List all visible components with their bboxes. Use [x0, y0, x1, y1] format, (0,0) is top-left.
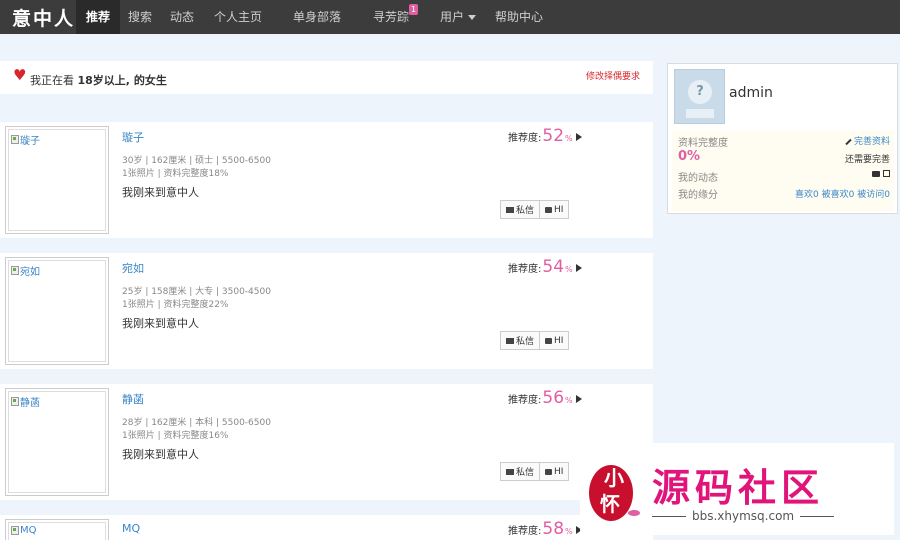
recommend-score[interactable]: 推荐度: 52%: [508, 126, 582, 146]
nav-user-menu[interactable]: 用户: [440, 0, 477, 34]
score-value: 56: [542, 388, 565, 408]
liked-link[interactable]: 被喜欢0: [822, 190, 855, 200]
broken-image-icon: [11, 135, 19, 144]
user-photo[interactable]: 静菡: [5, 388, 109, 496]
message-button[interactable]: 私信: [500, 462, 541, 481]
profile-completeness-value: 0%: [678, 149, 701, 164]
broken-image-icon: [11, 397, 19, 406]
play-icon: [575, 264, 582, 272]
profile-completeness-label: 资料完整度: [678, 138, 728, 149]
user-card: MQ MQ 推荐度: 58%: [0, 515, 653, 540]
complete-profile-link[interactable]: 完善资料: [845, 134, 890, 147]
nav-search[interactable]: 搜索: [128, 0, 152, 34]
envelope-icon: [506, 468, 514, 475]
chevron-down-icon: [468, 15, 477, 20]
user-name-link[interactable]: MQ: [122, 522, 140, 535]
nav-help-center[interactable]: 帮助中心: [495, 0, 543, 34]
recommend-score[interactable]: 推荐度: 56%: [508, 388, 582, 408]
watermark-url: bbs.xhymsq.com: [692, 509, 795, 523]
recommend-score[interactable]: 推荐度: 58%: [508, 519, 582, 539]
nav-find-trace[interactable]: 寻芳踪 1: [373, 0, 419, 34]
recommend-score[interactable]: 推荐度: 54%: [508, 257, 582, 277]
user-intro: 我刚来到意中人: [122, 186, 199, 199]
nav-homepage[interactable]: 个人主页: [214, 0, 262, 34]
profile-username: admin: [729, 85, 773, 101]
user-intro: 我刚来到意中人: [122, 448, 199, 461]
camera-icon[interactable]: [872, 170, 880, 177]
avatar-placeholder-icon: ?: [688, 80, 712, 104]
nav-recommend[interactable]: 推荐: [76, 0, 121, 34]
hi-button[interactable]: HI: [540, 200, 570, 219]
user-stats: 1张照片 | 资料完整度16%: [122, 431, 229, 441]
user-photo[interactable]: MQ: [5, 519, 109, 540]
message-button[interactable]: 私信: [500, 331, 541, 350]
filter-status-text: 我正在看 18岁以上, 的女生: [30, 74, 167, 87]
user-name-link[interactable]: 宛如: [122, 260, 144, 276]
my-dynamics-label: 我的动态: [678, 173, 718, 184]
site-logo[interactable]: 意中人: [0, 4, 76, 31]
user-photo[interactable]: 宛如: [5, 257, 109, 365]
score-value: 54: [542, 257, 565, 277]
score-value: 52: [542, 126, 565, 146]
play-icon: [575, 395, 582, 403]
hi-button[interactable]: HI: [540, 331, 570, 350]
user-card: 宛如 宛如 25岁 | 158厘米 | 大专 | 3500-4500 1张照片 …: [0, 253, 653, 369]
watermark-title: 源码社区: [652, 466, 825, 510]
seal-logo: 小 怀: [589, 465, 640, 521]
heart-icon: ♥: [13, 66, 27, 84]
broken-image-icon: [11, 266, 19, 275]
notification-badge: 1: [409, 4, 419, 15]
profile-stats-box: 资料完整度 完善资料 0% 还需要完善 我的动态 我的缘分 喜欢0 被喜欢0 被…: [672, 130, 894, 211]
chat-icon: [545, 468, 553, 475]
complete-hint: 还需要完善: [844, 155, 890, 165]
user-stats: 1张照片 | 资料完整度18%: [122, 169, 229, 179]
user-photo[interactable]: 璇子: [5, 126, 109, 234]
user-name-link[interactable]: 静菡: [122, 391, 144, 407]
envelope-icon: [506, 337, 514, 344]
likes-link[interactable]: 喜欢0: [795, 190, 819, 200]
my-fate-label: 我的缘分: [678, 190, 718, 201]
svg-text:小: 小: [604, 466, 624, 490]
edit-icon[interactable]: [883, 170, 890, 177]
user-name-link[interactable]: 璇子: [122, 129, 144, 145]
message-button[interactable]: 私信: [500, 200, 541, 219]
chat-icon: [545, 337, 553, 344]
nav-single-tribe[interactable]: 单身部落: [293, 0, 341, 34]
filter-status-bar: ♥ 我正在看 18岁以上, 的女生 修改择偶要求: [0, 61, 653, 94]
watermark: 小 怀 源码社区 bbs.xhymsq.com: [580, 443, 894, 535]
pencil-icon: [845, 138, 852, 145]
envelope-icon: [506, 206, 514, 213]
user-meta: 25岁 | 158厘米 | 大专 | 3500-4500: [122, 287, 271, 297]
play-icon: [575, 133, 582, 141]
user-intro: 我刚来到意中人: [122, 317, 199, 330]
chat-icon: [545, 206, 553, 213]
hi-button[interactable]: HI: [540, 462, 570, 481]
visited-link[interactable]: 被访问0: [857, 190, 890, 200]
user-profile-panel: ? admin 资料完整度 完善资料 0% 还需要完善 我的动态 我的缘分 喜欢…: [667, 63, 898, 214]
user-meta: 30岁 | 162厘米 | 硕士 | 5500-6500: [122, 156, 271, 166]
top-navbar: 意中人 推荐 搜索 动态 个人主页 单身部落 寻芳踪 1 用户 帮助中心: [0, 0, 900, 34]
filter-criteria: 18岁以上, 的女生: [77, 74, 167, 87]
nav-user-label: 用户: [440, 10, 465, 24]
user-card: 璇子 璇子 30岁 | 162厘米 | 硕士 | 5500-6500 1张照片 …: [0, 122, 653, 238]
user-card: 静菡 静菡 28岁 | 162厘米 | 本科 | 5500-6500 1张照片 …: [0, 384, 653, 500]
nav-find-trace-label: 寻芳踪: [373, 10, 410, 24]
nav-dynamics[interactable]: 动态: [170, 0, 194, 34]
edit-preferences-link[interactable]: 修改择偶要求: [586, 69, 640, 82]
user-stats: 1张照片 | 资料完整度22%: [122, 300, 229, 310]
avatar[interactable]: ?: [674, 69, 725, 124]
user-meta: 28岁 | 162厘米 | 本科 | 5500-6500: [122, 418, 271, 428]
broken-image-icon: [11, 526, 19, 535]
score-value: 58: [542, 519, 565, 539]
svg-text:怀: 怀: [600, 492, 620, 516]
